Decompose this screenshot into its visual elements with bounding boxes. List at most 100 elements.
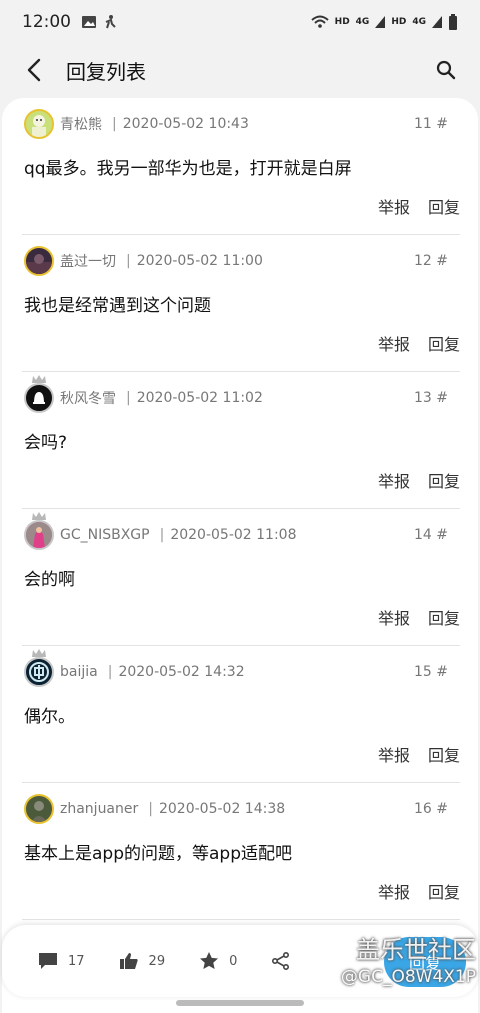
reply-header: 秋风冬雪 | 2020-05-02 11:02 13 # — [22, 375, 460, 414]
favorite-button[interactable]: 0 — [199, 952, 237, 970]
floor-number: 11 # — [414, 116, 448, 132]
star-icon — [200, 952, 219, 970]
avatar-image — [24, 109, 54, 139]
reply-item: 青松熊 | 2020-05-02 10:43 11 # qq最多。我另一部华为也… — [22, 98, 460, 235]
bottom-action-bar: 17 29 0 回复 — [2, 925, 478, 997]
avatar[interactable] — [24, 794, 54, 824]
wifi-icon — [310, 15, 329, 28]
reply-content: 会的啊 — [24, 570, 75, 590]
avatar[interactable] — [24, 109, 54, 139]
reply-actions: 举报 回复 — [378, 879, 460, 903]
comments-count: 17 — [68, 953, 85, 969]
reply-header: GC_NISBXGP | 2020-05-02 11:08 14 # — [22, 512, 460, 551]
reply-actions: 举报 回复 — [378, 742, 460, 766]
reply-date: 2020-05-02 14:38 — [158, 801, 286, 817]
comments-button[interactable]: 17 — [38, 952, 85, 970]
reply-header: 盖过一切 | 2020-05-02 11:00 12 # — [22, 245, 460, 277]
divider: | — [126, 390, 131, 406]
comment-icon — [39, 953, 57, 969]
crown-icon — [32, 649, 46, 657]
reply-date: 2020-05-02 10:43 — [122, 116, 249, 132]
reply-date: 2020-05-02 14:32 — [118, 664, 245, 680]
status-bar: 12:00 HD 4G HD 4G — [0, 0, 480, 44]
status-time: 12:00 — [22, 12, 71, 32]
hd-label-2: HD — [391, 17, 407, 27]
hd-label: HD — [334, 17, 350, 27]
avatar[interactable] — [24, 649, 54, 687]
reply-item: 秋风冬雪 | 2020-05-02 11:02 13 # 会吗? 举报 回复 — [22, 372, 460, 509]
search-icon — [436, 60, 456, 80]
reply-button[interactable]: 回复 — [428, 331, 460, 355]
reply-actions: 举报 回复 — [378, 468, 460, 492]
report-button[interactable]: 举报 — [378, 605, 410, 629]
avatar-image — [24, 246, 54, 276]
report-button[interactable]: 举报 — [378, 468, 410, 492]
divider: | — [148, 801, 153, 817]
like-button[interactable]: 29 — [119, 952, 166, 970]
crown-icon — [32, 375, 46, 383]
likes-count: 29 — [148, 953, 166, 969]
floor-number: 13 # — [414, 390, 448, 406]
report-button[interactable]: 举报 — [378, 194, 410, 218]
crown-icon — [32, 512, 46, 520]
reply-list[interactable]: 青松熊 | 2020-05-02 10:43 11 # qq最多。我另一部华为也… — [2, 98, 478, 1013]
battery-icon — [449, 14, 457, 30]
report-button[interactable]: 举报 — [378, 331, 410, 355]
home-indicator[interactable] — [176, 1000, 304, 1006]
username[interactable]: 青松熊 — [60, 114, 102, 134]
reply-item: 盖过一切 | 2020-05-02 11:00 12 # 我也是经常遇到这个问题… — [22, 235, 460, 372]
reply-content: qq最多。我另一部华为也是，打开就是白屏 — [24, 159, 352, 179]
reply-date: 2020-05-02 11:02 — [136, 390, 263, 406]
reply-item: baijia | 2020-05-02 14:32 15 # 偶尔。 举报 回复 — [22, 646, 460, 783]
reply-button[interactable]: 回复 — [428, 468, 460, 492]
report-button[interactable]: 举报 — [378, 742, 410, 766]
username[interactable]: 盖过一切 — [60, 251, 116, 271]
signal-icon-2 — [432, 16, 442, 28]
reply-post-button[interactable]: 回复 — [384, 937, 466, 987]
avatar[interactable] — [24, 512, 54, 550]
reply-content: 我也是经常遇到这个问题 — [24, 296, 211, 316]
reply-button[interactable]: 回复 — [428, 879, 460, 903]
reply-button[interactable]: 回复 — [428, 742, 460, 766]
avatar-image — [24, 520, 54, 550]
username[interactable]: baijia — [60, 664, 98, 680]
network-4g-label-2: 4G — [412, 17, 426, 27]
reply-item: GC_NISBXGP | 2020-05-02 11:08 14 # 会的啊 举… — [22, 509, 460, 646]
floor-number: 16 # — [414, 801, 448, 817]
username[interactable]: 秋风冬雪 — [60, 388, 116, 408]
reply-actions: 举报 回复 — [378, 194, 460, 218]
back-button[interactable] — [20, 56, 48, 84]
reply-content: 基本上是app的问题，等app适配吧 — [24, 844, 292, 864]
reply-item: zhanjuaner | 2020-05-02 14:38 16 # 基本上是a… — [22, 783, 460, 920]
reply-content: 会吗? — [24, 433, 68, 453]
reply-date: 2020-05-02 11:00 — [136, 253, 263, 269]
report-button[interactable]: 举报 — [378, 879, 410, 903]
divider: | — [126, 253, 131, 269]
avatar-image — [24, 383, 54, 413]
signal-icon — [375, 16, 386, 28]
search-button[interactable] — [432, 56, 460, 84]
page-title: 回复列表 — [66, 59, 146, 84]
reply-header: zhanjuaner | 2020-05-02 14:38 16 # — [22, 793, 460, 825]
avatar[interactable] — [24, 375, 54, 413]
network-4g-label: 4G — [355, 17, 370, 27]
chevron-left-icon — [27, 58, 41, 82]
favorites-count: 0 — [229, 953, 238, 969]
share-icon — [272, 952, 290, 970]
reply-button[interactable]: 回复 — [428, 605, 460, 629]
reply-header: 青松熊 | 2020-05-02 10:43 11 # — [22, 108, 460, 140]
accessibility-icon — [105, 15, 116, 29]
divider: | — [112, 116, 117, 132]
floor-number: 12 # — [414, 253, 448, 269]
share-button[interactable] — [271, 952, 291, 970]
avatar-image — [24, 657, 54, 687]
username[interactable]: GC_NISBXGP — [60, 527, 150, 543]
avatar[interactable] — [24, 246, 54, 276]
app-bar: 回复列表 — [0, 44, 480, 96]
divider: | — [107, 664, 113, 680]
image-icon — [82, 16, 96, 28]
floor-number: 14 # — [414, 527, 448, 543]
reply-button[interactable]: 回复 — [428, 194, 460, 218]
avatar-image — [24, 794, 54, 824]
username[interactable]: zhanjuaner — [60, 801, 138, 817]
